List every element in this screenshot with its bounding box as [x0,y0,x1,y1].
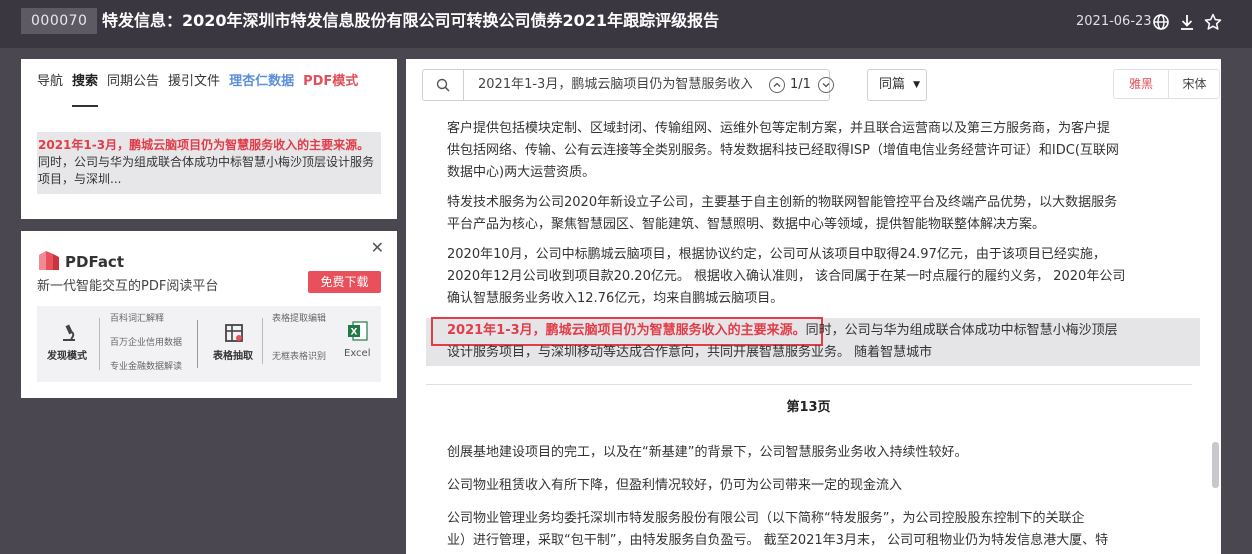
search-panel: 导航 搜索 同期公告 援引文件 理杏仁数据 PDF模式 2021年1-3月，鹏城… [21,59,397,219]
bracket-mid [262,318,263,364]
publish-date: 2021-06-23 [1076,14,1152,29]
download-icon[interactable] [1177,12,1197,32]
feature-item: 百科词汇解释 [110,314,165,324]
paragraph: 2020年10月，公司中标鹏城云脑项目，根据协议约定，公司可从该项目中取得24.… [447,244,1182,310]
svg-text:X: X [351,328,358,338]
excel-label: Excel [344,348,371,359]
stock-code-badge: 000070 [21,8,98,34]
paragraph: 公司物业租赁收入有所下降，但盈利情况较好，仍可为公司带来一定的现金流入 [447,475,1182,497]
search-icon[interactable] [423,70,464,100]
table-icon [224,323,244,347]
page-divider [426,384,1192,385]
feature-item: 无框表格识别 [272,352,327,362]
star-icon[interactable] [1203,12,1223,32]
text-line: 客户提供包括模块定制、区域封闭、传输组网、运维外包等定制方案，并且联合运营商以及… [447,121,1111,136]
search-result-highlight: 2021年1-3月，鹏城云脑项目仍为智慧服务收入的主要来源。 [38,138,370,152]
feature-item: 专业金融数据解读 [110,362,183,372]
paragraph: 公司物业管理业务均委托深圳市特发服务股份有限公司（以下简称“特发服务”，为公司控… [447,508,1182,552]
match-count: 1/1 [790,77,811,92]
text-line: 公司物业租赁收入有所下降，但盈利情况较好，仍可为公司带来一定的现金流入 [447,478,903,493]
pdfact-logo-icon [37,248,61,272]
text-line: 公司物业管理业务均委托深圳市特发服务股份有限公司（以下简称“特发服务”，为公司控… [447,511,1085,526]
tab-lixingren-data[interactable]: 理杏仁数据 [229,73,294,107]
text-line: 业）进行管理，采取“包干制”，由特发服务自负盈亏。 截至2021年3月末， 公司… [447,533,1109,548]
text-line: 数据中心)两大运营资质。 [447,165,596,180]
tab-cited-files[interactable]: 援引文件 [168,73,220,107]
scrollbar-thumb[interactable] [1212,442,1219,488]
paragraph: 客户提供包括模块定制、区域封闭、传输组网、运维外包等定制方案，并且联合运营商以及… [447,118,1182,184]
free-download-button[interactable]: 免费下载 [308,271,381,293]
pdfact-brand: PDFact [65,253,124,271]
search-result-text: 同时，公司与华为组成联合体成功中标智慧小梅沙顶层设计服务项目，与深圳... [38,155,375,186]
page-number: 第13页 [786,400,831,415]
feature-item: 表格提取编辑 [272,314,327,324]
pdfact-slogan: 新一代智能交互的PDF阅读平台 [37,279,219,294]
search-result-item[interactable]: 2021年1-3月，鹏城云脑项目仍为智慧服务收入的主要来源。同时，公司与华为组成… [37,132,381,194]
text-line: 供包括网络、传输、公有云连接等全类别服务。特发数据科技已经取得ISP（增值电信业… [447,143,1119,158]
text-line: 设计服务项目，与深圳移动等达成合作意向，共同开展智慧服务业务。 随着智慧城市 [447,345,933,360]
text-segment: 同时，公司与华为组成联合体成功中标智慧小梅沙顶层 [805,323,1118,338]
document-title: 特发信息：2020年深圳市特发信息股份有限公司可转换公司债券2021年跟踪评级报… [102,11,720,30]
text-line: 创展基地建设项目的完工，以及在“新基建”的背景下，公司智慧服务业务收入持续性较好… [447,445,968,460]
tab-same-period[interactable]: 同期公告 [107,73,159,107]
text-line: 确认智慧服务业务收入12.76亿元，均来自鹏城云脑项目。 [447,291,784,306]
microscope-icon [59,323,79,347]
globe-icon[interactable] [1151,12,1171,32]
panel-tabs: 导航 搜索 同期公告 援引文件 理杏仁数据 PDF模式 [37,73,358,107]
tab-navigation[interactable]: 导航 [37,73,63,107]
feature-discover-mode: 发现模式 [47,351,87,362]
text-line: 2020年10月，公司中标鹏城云脑项目，根据协议约定，公司可从该项目中取得24.… [447,247,1106,262]
highlighted-paragraph: 2021年1-3月，鹏城云脑项目仍为智慧服务收入的主要来源。同时，公司与华为组成… [447,320,1182,364]
paragraph: 创展基地建设项目的完工，以及在“新基建”的背景下，公司智慧服务业务收入持续性较好… [447,442,1182,464]
font-yahei-button[interactable]: 雅黑 [1114,70,1168,98]
search-scope-select[interactable]: 同篇 ▼ [867,69,927,101]
feature-table-extract: 表格抽取 [213,351,253,362]
scope-value: 同篇 [879,77,906,92]
text-line: 平台产品为核心，聚焦智慧园区、智能建筑、智慧照明、数据中心等领域，提供智能物联整… [447,217,1046,232]
next-match-icon[interactable] [818,77,834,93]
previous-match-icon[interactable] [769,77,785,93]
paragraph: 特发技术服务为公司2020年新设立子公司，主要基于自主创新的物联网智能管控平台及… [447,192,1182,236]
font-switch: 雅黑 宋体 [1113,69,1220,99]
text-line: 特发技术服务为公司2020年新设立子公司，主要基于自主创新的物联网智能管控平台及… [447,195,1118,210]
close-icon[interactable]: ✕ [371,240,384,256]
bracket-left [99,318,100,370]
document-viewer: 2021年1-3月，鹏城云脑项目仍为智慧服务收入的主要来源 1/1 同篇 ▼ 雅… [406,59,1221,554]
tab-search[interactable]: 搜索 [72,73,99,107]
text-line: 2020年12月公司收到项目款20.20亿元。 根据收入确认准则， 该合同属于在… [447,269,1126,284]
feature-item: 百万企业信用数据 [110,338,183,348]
font-songti-button[interactable]: 宋体 [1168,70,1220,98]
caret-down-icon: ▼ [913,80,920,90]
top-bar: 000070 特发信息：2020年深圳市特发信息股份有限公司可转换公司债券202… [0,0,1252,48]
search-input[interactable]: 2021年1-3月，鹏城云脑项目仍为智慧服务收入的主要来源 [478,76,752,94]
excel-icon: X [347,320,369,346]
in-document-search[interactable]: 2021年1-3月，鹏城云脑项目仍为智慧服务收入的主要来源 1/1 [422,69,834,101]
divider [197,320,198,368]
feature-diagram: 发现模式 百科词汇解释 百万企业信用数据 专业金融数据解读 表格抽取 表格提取编… [37,306,381,382]
pdfact-promo: ✕ PDFact 新一代智能交互的PDF阅读平台 免费下载 发现模式 百科词汇解… [21,231,397,398]
search-match-text: 2021年1-3月，鹏城云脑项目仍为智慧服务收入的主要来源。 [447,323,806,338]
tab-pdf-mode[interactable]: PDF模式 [303,73,358,107]
